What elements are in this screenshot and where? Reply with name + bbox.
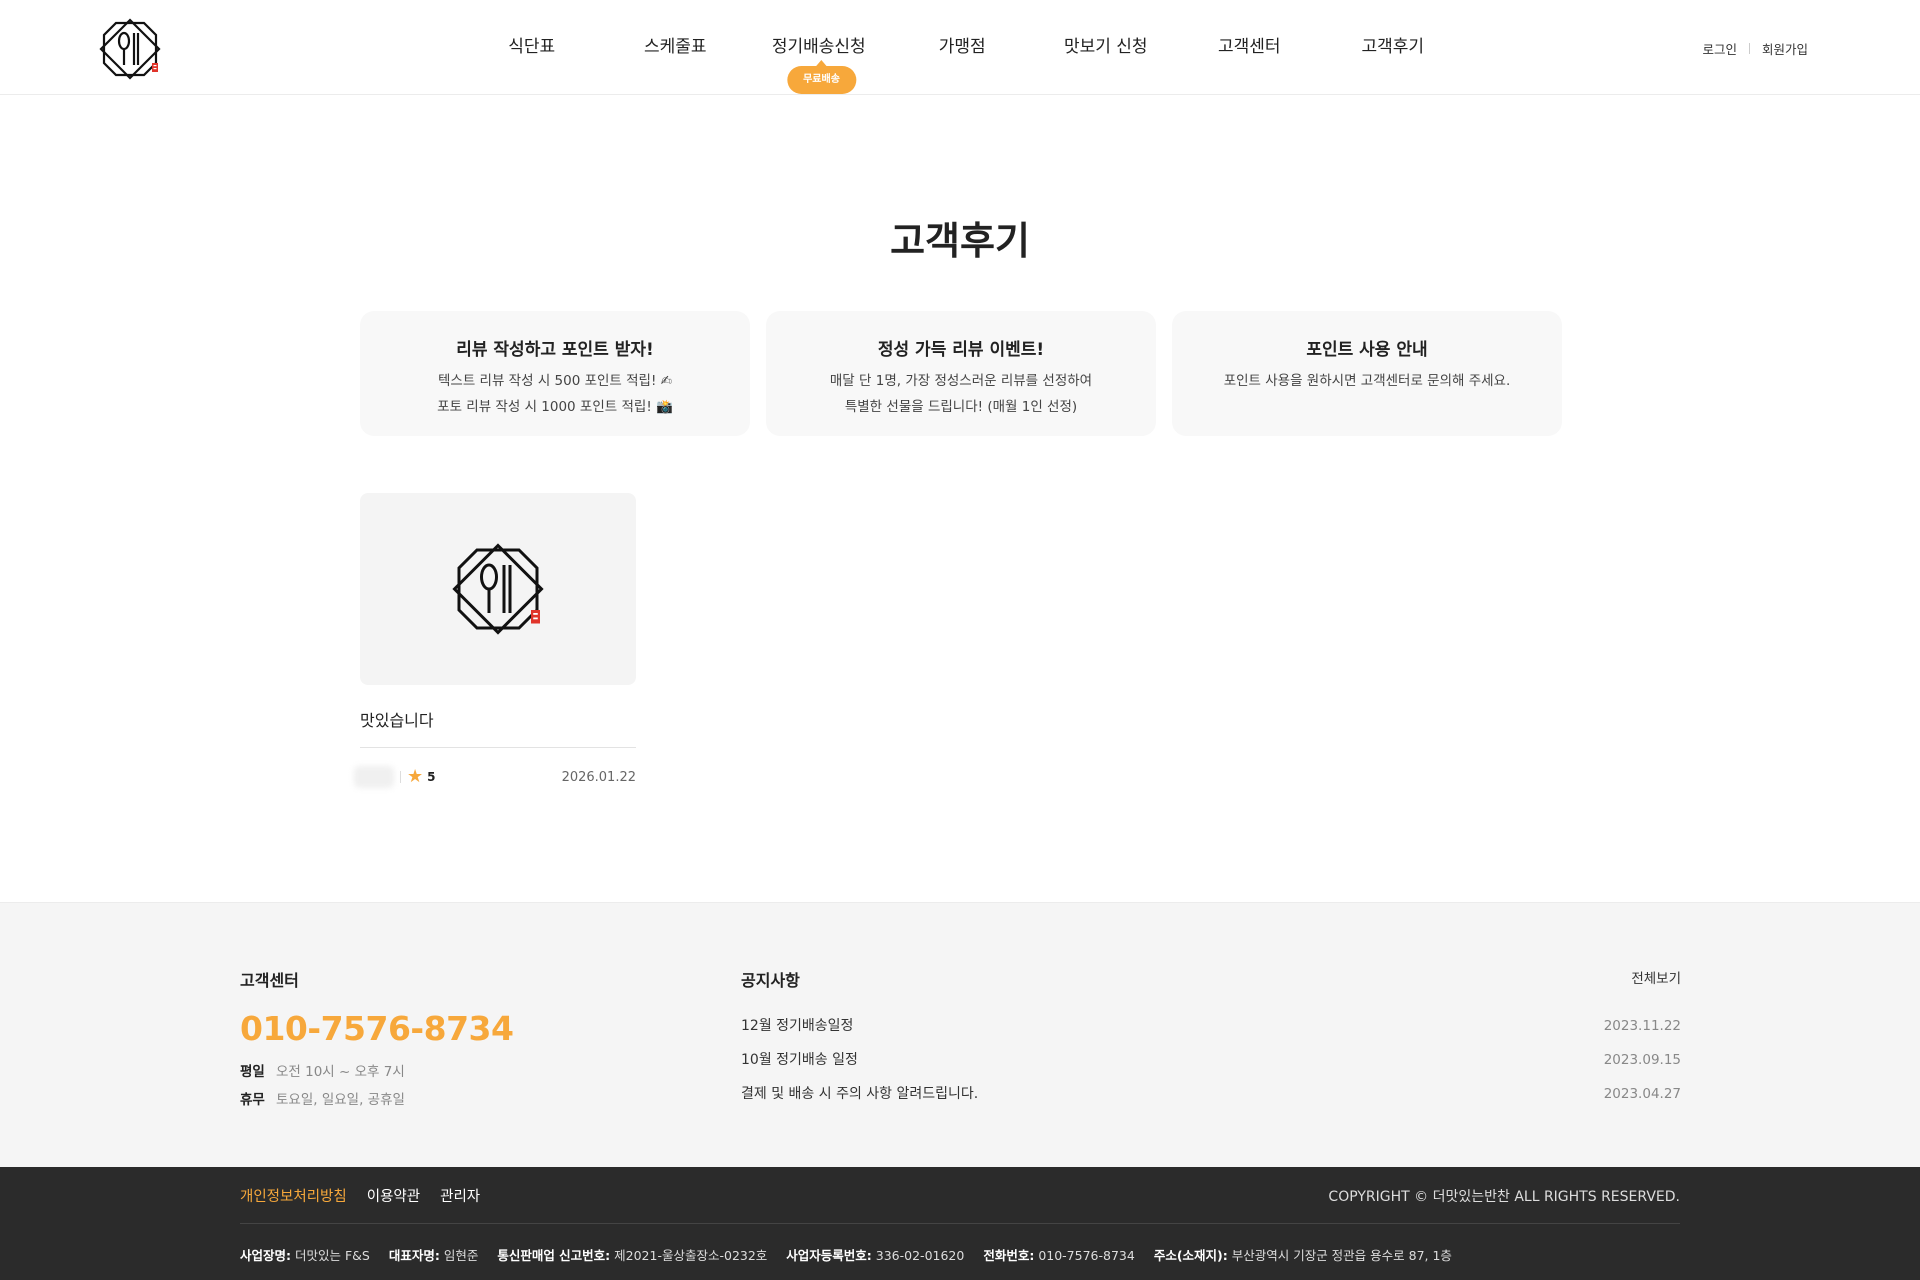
info-key: 전화번호: bbox=[983, 1248, 1035, 1263]
card-title: 정성 가득 리뷰 이벤트! bbox=[877, 340, 1045, 360]
review-thumbnail[interactable] bbox=[360, 493, 636, 685]
nav-item-franchise[interactable]: 가맹점 bbox=[891, 0, 1035, 95]
cs-key: 휴무 bbox=[240, 1092, 265, 1108]
card-text: 포인트 사용을 원하시면 고객센터로 문의해 주세요. bbox=[1223, 373, 1511, 389]
notice-item[interactable]: 결제 및 배송 시 주의 사항 알려드립니다. 2023.04.27 bbox=[741, 1077, 1681, 1111]
business-info-item: 전화번호: 010-7576-8734 bbox=[983, 1248, 1135, 1263]
notice-heading: 공지사항 bbox=[741, 971, 800, 990]
card-text: 매달 단 1명, 가장 정성스러운 리뷰를 선정하여 bbox=[829, 373, 1093, 389]
review-card[interactable]: 맛있습니다 ★ 5 2026.01.22 bbox=[354, 493, 636, 788]
nav-label: 스케줄표 bbox=[643, 37, 707, 57]
info-value: 임현준 bbox=[443, 1248, 479, 1263]
admin-link[interactable]: 관리자 bbox=[440, 1185, 480, 1206]
nav-label: 가맹점 bbox=[938, 37, 986, 57]
review-date: 2026.01.22 bbox=[561, 769, 636, 785]
review-author-blurred bbox=[354, 766, 394, 788]
notice-title: 12월 정기배송일정 bbox=[741, 1018, 854, 1034]
info-cards: 리뷰 작성하고 포인트 받자! 텍스트 리뷰 작성 시 500 포인트 적립! … bbox=[360, 311, 1562, 436]
info-value: 부산광역시 기장군 정관읍 용수로 87, 1층 bbox=[1231, 1248, 1452, 1263]
nav-item-menu[interactable]: 식단표 bbox=[460, 0, 604, 95]
notice-board: 공지사항 전체보기 12월 정기배송일정 2023.11.22 10월 정기배송… bbox=[741, 967, 1681, 1111]
review-rating: 5 bbox=[427, 770, 436, 784]
info-key: 주소(소재지): bbox=[1153, 1248, 1228, 1263]
nav-item-subscription[interactable]: 정기배송신청 무료배송 bbox=[747, 0, 891, 95]
star-icon: ★ bbox=[407, 766, 424, 787]
nav-label: 고객후기 bbox=[1361, 37, 1425, 57]
info-key: 사업자등록번호: bbox=[786, 1248, 872, 1263]
nav-item-support[interactable]: 고객센터 bbox=[1178, 0, 1322, 95]
copyright: COPYRIGHT © 더맛있는반찬 ALL RIGHTS RESERVED. bbox=[1328, 1189, 1680, 1205]
cs-value: 오전 10시 ~ 오후 7시 bbox=[276, 1064, 405, 1080]
business-info: 사업장명: 더맛있는 F&S 대표자명: 임현준 통신판매업 신고번호: 제20… bbox=[240, 1245, 1467, 1264]
nav-label: 식단표 bbox=[508, 37, 556, 57]
nav-item-schedule[interactable]: 스케줄표 bbox=[604, 0, 748, 95]
info-value: 제2021-울상출장소-0232호 bbox=[614, 1248, 768, 1263]
card-text: 텍스트 리뷰 작성 시 500 포인트 적립! ✍ bbox=[438, 373, 672, 389]
notice-list: 12월 정기배송일정 2023.11.22 10월 정기배송 일정 2023.0… bbox=[741, 1009, 1681, 1111]
free-delivery-badge: 무료배송 bbox=[787, 60, 856, 94]
business-info-item: 통신판매업 신고번호: 제2021-울상출장소-0232호 bbox=[497, 1248, 767, 1263]
card-text: 특별한 선물을 드립니다! (매월 1인 선정) bbox=[844, 399, 1078, 415]
notice-date: 2023.11.22 bbox=[1603, 1018, 1681, 1034]
signup-link[interactable]: 회원가입 bbox=[1762, 39, 1808, 58]
privacy-policy-link[interactable]: 개인정보처리방침 bbox=[240, 1185, 347, 1206]
notice-date: 2023.09.15 bbox=[1603, 1052, 1681, 1068]
customer-center: 고객센터 010-7576-8734 평일 오전 10시 ~ 오후 7시 휴무 … bbox=[240, 967, 514, 1108]
footer-bottom: 개인정보처리방침 이용약관 관리자 COPYRIGHT © 더맛있는반찬 ALL… bbox=[0, 1167, 1920, 1280]
notice-item[interactable]: 10월 정기배송 일정 2023.09.15 bbox=[741, 1043, 1681, 1077]
terms-link[interactable]: 이용약관 bbox=[367, 1185, 420, 1206]
login-link[interactable]: 로그인 bbox=[1702, 39, 1737, 58]
notice-title: 결제 및 배송 시 주의 사항 알려드립니다. bbox=[741, 1086, 979, 1102]
info-card-review-points: 리뷰 작성하고 포인트 받자! 텍스트 리뷰 작성 시 500 포인트 적립! … bbox=[360, 311, 750, 436]
review-meta: ★ 5 2026.01.22 bbox=[354, 766, 636, 788]
card-title: 리뷰 작성하고 포인트 받자! bbox=[456, 340, 654, 360]
notice-item[interactable]: 12월 정기배송일정 2023.11.22 bbox=[741, 1009, 1681, 1043]
card-title: 포인트 사용 안내 bbox=[1306, 340, 1428, 360]
cs-heading: 고객센터 bbox=[240, 971, 299, 990]
divider bbox=[1748, 43, 1750, 54]
footer-links: 개인정보처리방침 이용약관 관리자 bbox=[240, 1185, 480, 1206]
divider bbox=[400, 771, 401, 783]
nav-label: 정기배송신청 bbox=[771, 37, 866, 57]
info-card-review-event: 정성 가득 리뷰 이벤트! 매달 단 1명, 가장 정성스러운 리뷰를 선정하여… bbox=[766, 311, 1156, 436]
divider bbox=[240, 1223, 1680, 1224]
notice-title: 10월 정기배송 일정 bbox=[741, 1052, 858, 1068]
info-value: 더맛있는 F&S bbox=[294, 1248, 370, 1263]
info-value: 336-02-01620 bbox=[875, 1248, 965, 1263]
info-value: 010-7576-8734 bbox=[1038, 1248, 1135, 1263]
nav-label: 고객센터 bbox=[1217, 37, 1281, 57]
cs-hours-holiday: 휴무 토요일, 일요일, 공휴일 bbox=[240, 1088, 513, 1108]
nav-item-reviews[interactable]: 고객후기 bbox=[1321, 0, 1465, 95]
notice-header: 공지사항 전체보기 bbox=[741, 967, 1681, 991]
main-nav: 식단표 스케줄표 정기배송신청 무료배송 가맹점 맛보기 신청 고객센터 고객후… bbox=[460, 0, 1465, 95]
info-key: 사업장명: bbox=[240, 1248, 291, 1263]
info-key: 대표자명: bbox=[388, 1248, 440, 1263]
business-info-item: 사업장명: 더맛있는 F&S bbox=[240, 1248, 370, 1263]
placeholder-logo-icon bbox=[452, 543, 544, 635]
info-card-point-usage: 포인트 사용 안내 포인트 사용을 원하시면 고객센터로 문의해 주세요. bbox=[1172, 311, 1562, 436]
cs-value: 토요일, 일요일, 공휴일 bbox=[276, 1092, 405, 1108]
footer-info: 고객센터 010-7576-8734 평일 오전 10시 ~ 오후 7시 휴무 … bbox=[0, 902, 1920, 1167]
review-title[interactable]: 맛있습니다 bbox=[360, 707, 636, 748]
brand-logo-icon[interactable] bbox=[98, 17, 162, 81]
nav-item-trial[interactable]: 맛보기 신청 bbox=[1034, 0, 1178, 95]
info-key: 통신판매업 신고번호: bbox=[497, 1248, 611, 1263]
page-title: 고객후기 bbox=[890, 218, 1030, 263]
cs-key: 평일 bbox=[240, 1064, 265, 1080]
view-all-link[interactable]: 전체보기 bbox=[1631, 967, 1681, 991]
cs-phone[interactable]: 010-7576-8734 bbox=[240, 1009, 514, 1048]
card-text: 포토 리뷰 작성 시 1000 포인트 적립! 📸 bbox=[437, 399, 673, 415]
nav-label: 맛보기 신청 bbox=[1063, 37, 1148, 57]
business-info-item: 사업자등록번호: 336-02-01620 bbox=[786, 1248, 964, 1263]
business-info-item: 주소(소재지): 부산광역시 기장군 정관읍 용수로 87, 1층 bbox=[1154, 1248, 1452, 1263]
site-header: 식단표 스케줄표 정기배송신청 무료배송 가맹점 맛보기 신청 고객센터 고객후… bbox=[0, 0, 1920, 95]
notice-date: 2023.04.27 bbox=[1603, 1086, 1681, 1102]
business-info-item: 대표자명: 임현준 bbox=[389, 1248, 479, 1263]
cs-hours-weekday: 평일 오전 10시 ~ 오후 7시 bbox=[240, 1060, 513, 1080]
auth-links: 로그인 회원가입 bbox=[1702, 39, 1808, 58]
